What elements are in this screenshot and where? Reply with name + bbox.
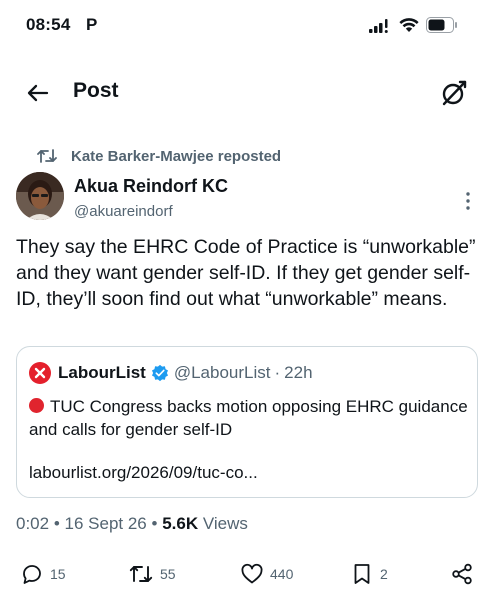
like-count: 440 bbox=[270, 566, 294, 582]
avatar-image bbox=[16, 172, 64, 220]
page-title: Post bbox=[73, 79, 119, 102]
reply-icon bbox=[23, 565, 41, 584]
post-date: 16 Sept 26 bbox=[64, 514, 147, 533]
reply-button[interactable]: 15 bbox=[20, 562, 66, 586]
views-count[interactable]: 5.6K bbox=[162, 514, 198, 533]
repost-button[interactable]: 55 bbox=[128, 562, 176, 586]
post-time: 0:02 bbox=[16, 514, 50, 533]
post-meta: 0:02 • 16 Sept 26 • 5.6K Views bbox=[16, 514, 248, 534]
bookmark-button[interactable]: 2 bbox=[350, 562, 388, 586]
quote-author-handle: @LabourList bbox=[173, 363, 271, 382]
quote-author-name: LabourList bbox=[58, 363, 146, 382]
bookmark-count: 2 bbox=[380, 566, 388, 582]
repost-icon bbox=[37, 149, 57, 163]
share-icon bbox=[452, 563, 472, 585]
repost-indicator[interactable]: Kate Barker-Mawjee reposted bbox=[37, 146, 281, 166]
repost-count: 55 bbox=[160, 566, 176, 582]
action-bar: 15 55 440 2 bbox=[0, 560, 493, 590]
repost-action-icon bbox=[129, 566, 153, 582]
status-bar: 08:54 P bbox=[0, 0, 493, 50]
views-label: Views bbox=[202, 514, 248, 533]
meta-separator: • bbox=[151, 514, 158, 533]
tweet-text: They say the EHRC Code of Practice is “u… bbox=[16, 236, 476, 310]
wifi-icon bbox=[399, 18, 419, 32]
like-button[interactable]: 440 bbox=[240, 562, 293, 586]
quote-link[interactable]: labourlist.org/2026/09/tuc-co... bbox=[29, 463, 258, 483]
heart-icon bbox=[241, 563, 263, 584]
signal-icon bbox=[369, 19, 388, 33]
share-button[interactable] bbox=[450, 562, 474, 586]
more-options-icon[interactable] bbox=[462, 190, 474, 212]
post-header: Post bbox=[0, 68, 493, 118]
battery-icon bbox=[426, 17, 457, 33]
grok-icon[interactable] bbox=[440, 79, 468, 107]
quote-separator: · bbox=[274, 363, 281, 382]
labourlist-logo-icon bbox=[29, 362, 51, 384]
quote-body: TUC Congress backs motion opposing EHRC … bbox=[29, 397, 468, 439]
carrier-icon: P bbox=[86, 15, 98, 34]
quote-header: LabourList @LabourList · 22h bbox=[29, 361, 313, 385]
avatar[interactable] bbox=[16, 172, 64, 220]
back-arrow-icon[interactable] bbox=[26, 81, 50, 105]
verified-badge-icon bbox=[151, 364, 168, 382]
status-time: 08:54 bbox=[26, 15, 71, 34]
quote-time: 22h bbox=[284, 363, 313, 382]
quote-text: TUC Congress backs motion opposing EHRC … bbox=[29, 395, 469, 441]
repost-label: Kate Barker-Mawjee reposted bbox=[71, 147, 282, 165]
author-name[interactable]: Akua Reindorf KC bbox=[74, 176, 228, 197]
author-handle[interactable]: @akuareindorf bbox=[74, 203, 173, 220]
red-circle-icon bbox=[29, 398, 44, 413]
reply-count: 15 bbox=[50, 566, 66, 582]
meta-separator: • bbox=[53, 514, 60, 533]
quoted-post-card[interactable]: LabourList @LabourList · 22h TUC Congres… bbox=[16, 346, 478, 498]
bookmark-icon bbox=[354, 564, 370, 584]
